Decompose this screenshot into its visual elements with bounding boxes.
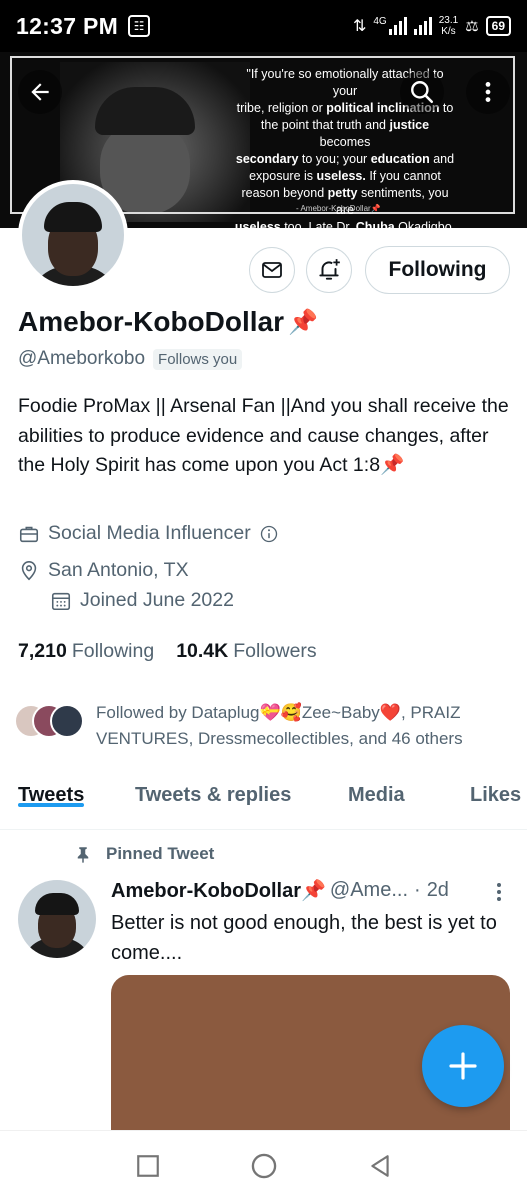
tab-tweets[interactable]: Tweets: [18, 770, 85, 807]
info-icon[interactable]: [259, 524, 279, 544]
tweet-more-button[interactable]: [492, 880, 506, 909]
briefcase-icon: [19, 526, 39, 542]
follows-you-badge: Follows you: [153, 348, 243, 370]
pinned-tweet-label: Pinned Tweet: [106, 844, 215, 863]
profile-name: Amebor-KoboDollar 📌: [18, 306, 318, 338]
tweet-separator: ·: [414, 879, 421, 901]
message-button[interactable]: [249, 247, 295, 293]
profile-joined: Joined June 2022: [50, 589, 234, 612]
tab-likes[interactable]: Likes: [470, 770, 521, 807]
network-speed: 23.1 K/s: [439, 15, 458, 37]
more-vertical-icon: [497, 883, 501, 901]
network-speed-unit: K/s: [441, 26, 456, 37]
profile-location: San Antonio, TX: [18, 559, 189, 582]
signal-icon: [388, 17, 407, 35]
location-text: San Antonio, TX: [48, 559, 189, 581]
followed-by-avatars: [14, 700, 84, 740]
pin-emoji: 📌: [288, 308, 318, 336]
profile-tabs: Tweets Tweets & replies Media Likes: [0, 770, 527, 830]
tab-tweets-replies[interactable]: Tweets & replies: [135, 770, 291, 807]
profile-avatar[interactable]: [18, 180, 128, 290]
tweet-text: Better is not good enough, the best is y…: [111, 912, 497, 964]
category-text: Social Media Influencer: [48, 522, 251, 544]
more-vertical-icon: [485, 82, 491, 102]
profile-category: Social Media Influencer: [18, 522, 279, 545]
tweet-header: Amebor-KoboDollar📌 @Ame... · 2d: [111, 878, 511, 903]
joined-text: Joined June 2022: [80, 589, 234, 611]
avatar-hat: [44, 202, 102, 232]
home-icon[interactable]: [250, 1152, 278, 1180]
search-icon: [411, 81, 434, 104]
notification-app-icon: ☷: [128, 15, 151, 37]
tweet-author[interactable]: Amebor-KoboDollar📌: [111, 878, 326, 903]
system-nav-bar: [0, 1130, 527, 1200]
following-count[interactable]: 7,210 Following: [18, 640, 154, 663]
notify-button[interactable]: [306, 247, 352, 293]
tweet-avatar[interactable]: [18, 880, 96, 958]
tab-media[interactable]: Media: [348, 770, 405, 807]
followed-by-text: Followed by Dataplug💝🥰Zee~Baby❤️, PRAIZ …: [96, 703, 463, 748]
profile-name-text: Amebor-KoboDollar: [18, 306, 284, 337]
profile-handle: @Ameborkobo: [18, 348, 146, 369]
follower-avatar: [50, 704, 84, 738]
signal-2-icon: [413, 17, 432, 35]
compose-tweet-button[interactable]: [422, 1025, 504, 1107]
battery-indicator: 69: [485, 16, 511, 36]
envelope-icon: [262, 262, 282, 278]
bell-plus-icon: [319, 259, 340, 280]
network-type: 4G: [373, 15, 387, 27]
search-button[interactable]: [400, 70, 444, 114]
followers-count[interactable]: 10.4K Followers: [176, 640, 316, 663]
location-pin-icon: [21, 560, 37, 580]
back-nav-icon[interactable]: [367, 1153, 393, 1179]
tweet-date: 2d: [426, 879, 449, 901]
plus-icon: [449, 1052, 477, 1080]
follow-counts: 7,210 Following 10.4K Followers: [18, 640, 317, 663]
followed-by[interactable]: Followed by Dataplug💝🥰Zee~Baby❤️, PRAIZ …: [14, 700, 514, 752]
following-button[interactable]: Following: [365, 246, 510, 294]
back-button[interactable]: [18, 70, 62, 114]
pinned-label: Pinned Tweet: [74, 844, 214, 864]
banner-signature: - Amebor-KoboDollar📌: [296, 204, 381, 213]
data-transfer-icon: ⇅: [352, 18, 367, 35]
arrow-left-icon: [31, 83, 49, 101]
status-indicators: ⇅ 4G 23.1 K/s ⚖ 69: [353, 15, 511, 37]
status-bar: 12:37 PM ☷ ⇅ 4G 23.1 K/s ⚖ 69: [0, 0, 527, 52]
more-options-button[interactable]: [466, 70, 510, 114]
status-time: 12:37 PM: [16, 12, 119, 39]
pin-icon: [77, 847, 89, 863]
tweet-handle: @Ame...: [329, 879, 409, 901]
handle-row: @Ameborkobo Follows you: [18, 348, 243, 370]
network-speed-value: 23.1: [438, 15, 459, 26]
recents-icon[interactable]: [135, 1153, 161, 1179]
profile-bio: Foodie ProMax || Arsenal Fan ||And you s…: [18, 395, 509, 476]
lab-icon: ⚖: [465, 18, 479, 35]
calendar-icon: [51, 592, 71, 610]
